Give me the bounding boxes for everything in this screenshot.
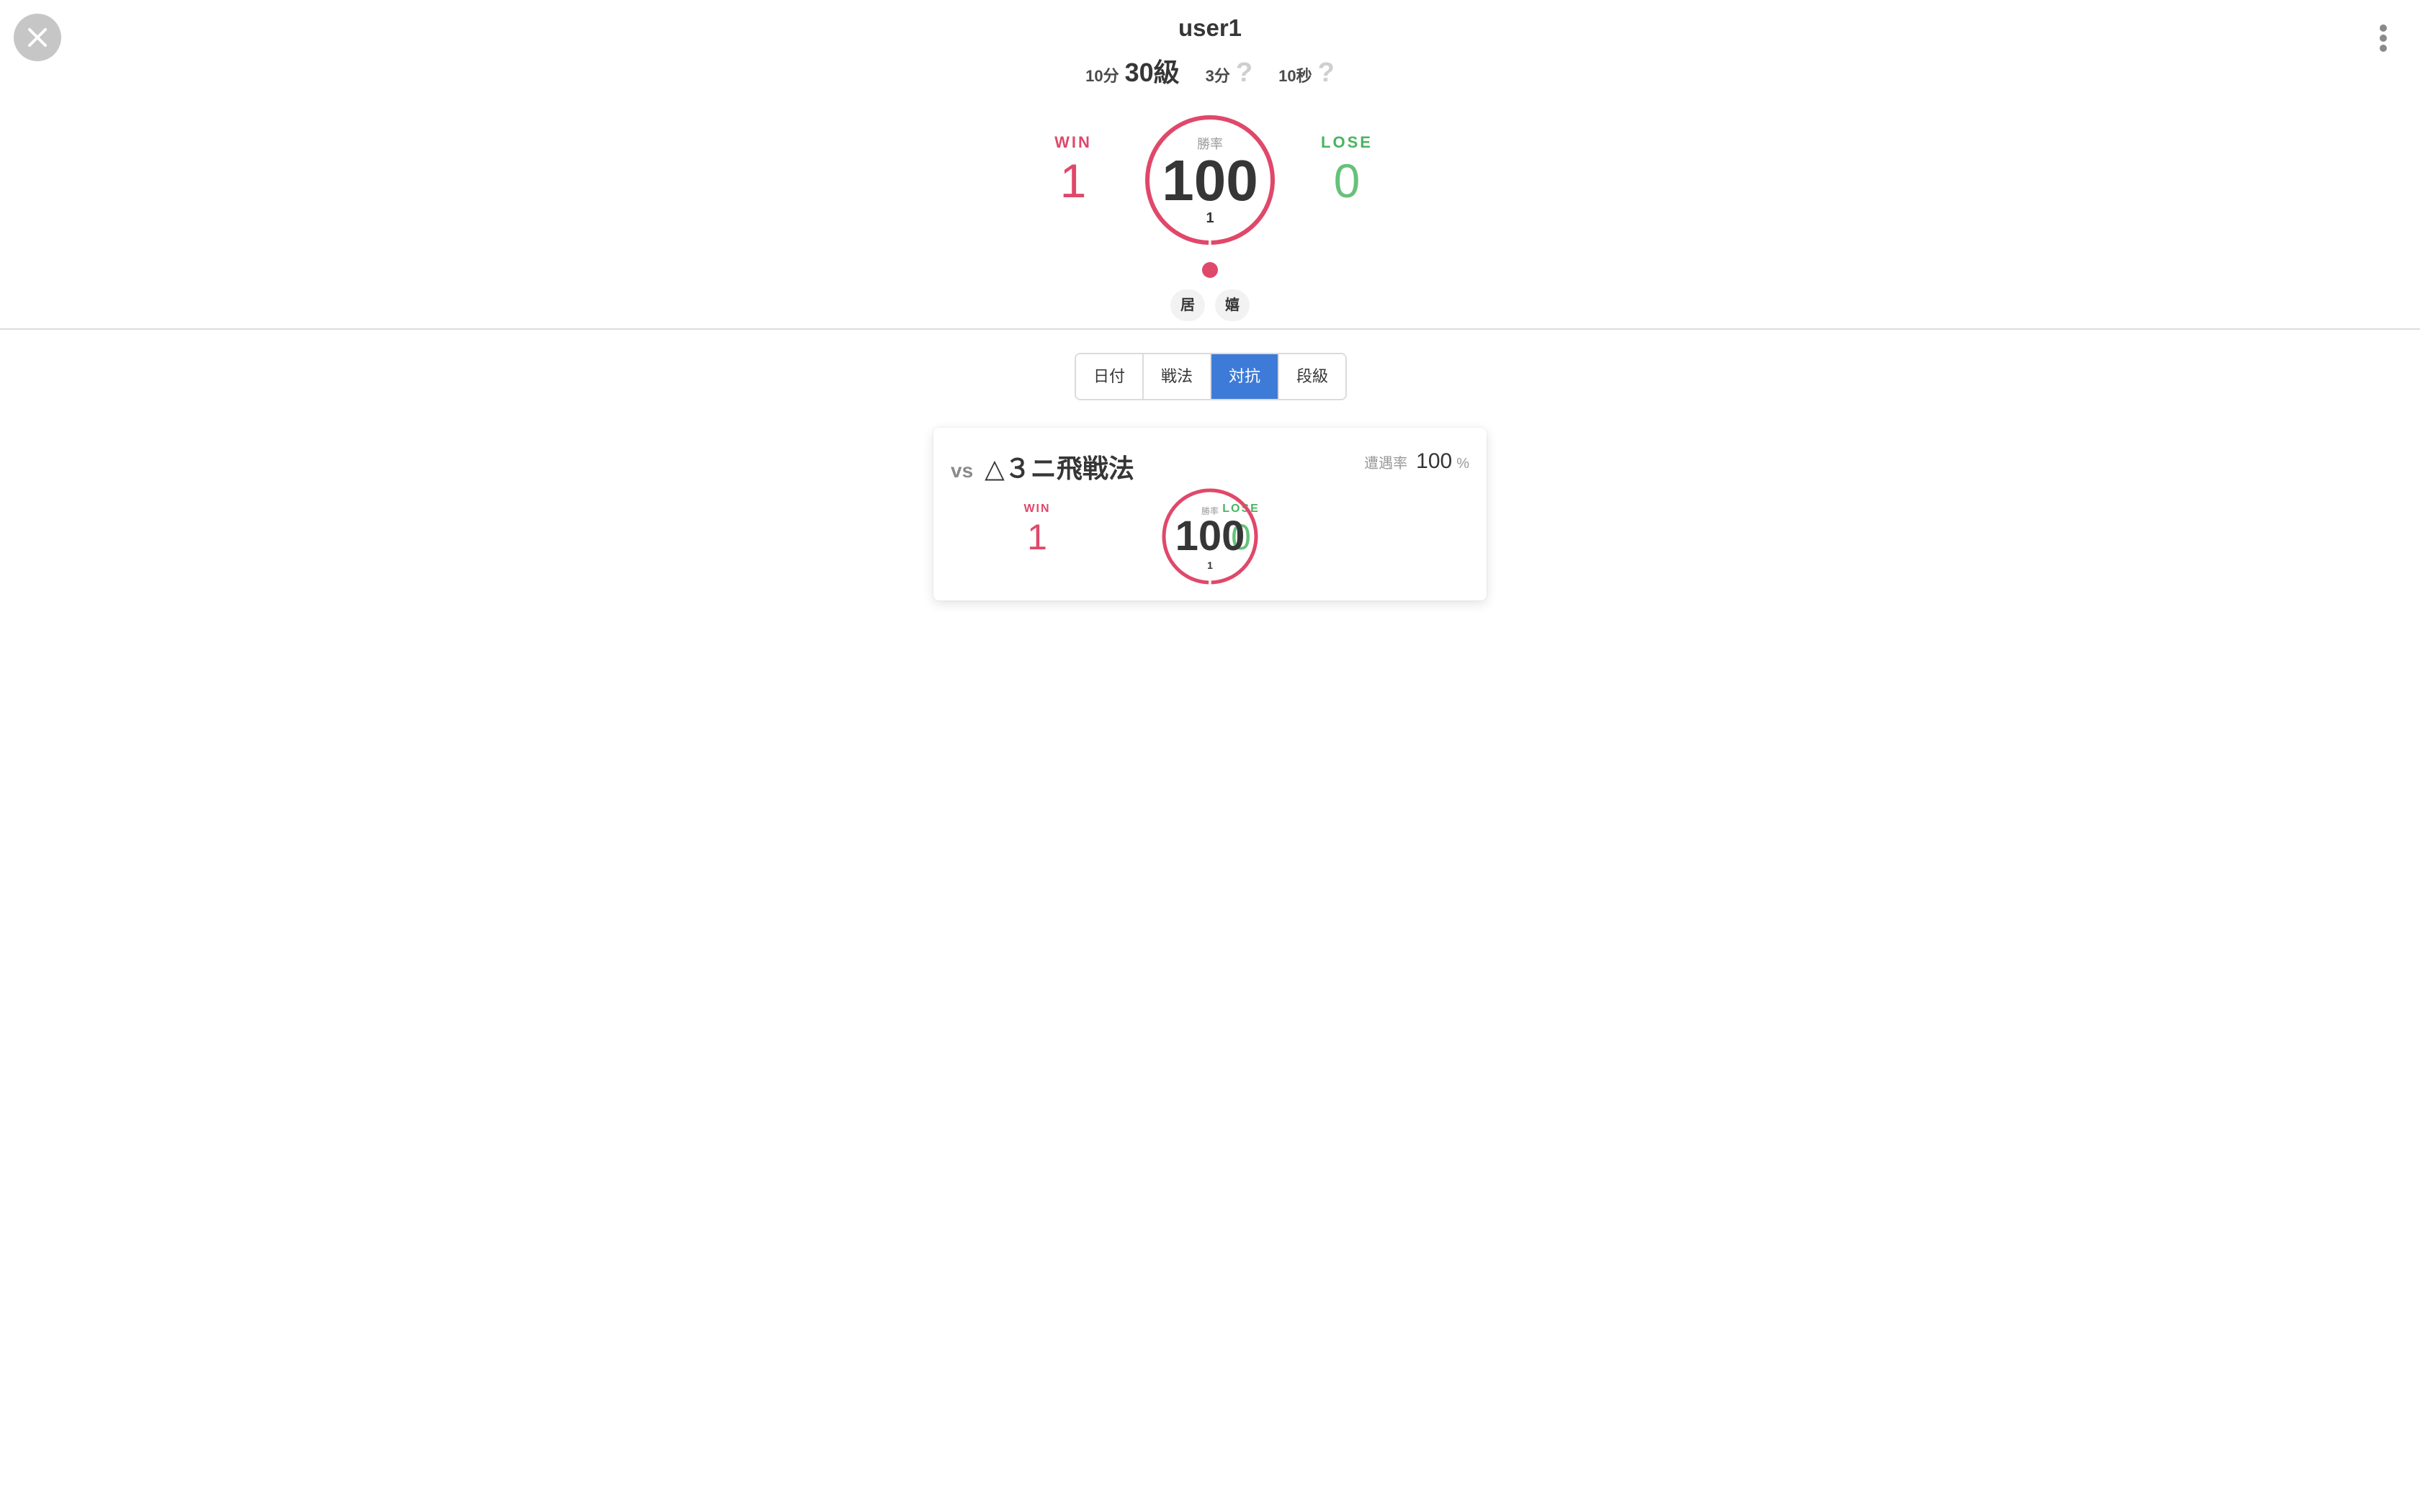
lose-count: 0 — [1333, 154, 1361, 207]
rank-grade: 30級 — [1124, 58, 1180, 87]
divider — [0, 328, 2420, 330]
card-win: WIN 1 — [1008, 503, 1066, 559]
encounter-value: 100 — [1416, 449, 1453, 473]
rank-3min: 3分 ? — [1206, 58, 1252, 89]
style-tags: 居 嬉 — [0, 289, 2420, 321]
win-rate-value: 100 — [1162, 148, 1258, 212]
vs-label: vs — [951, 459, 974, 482]
user-name: user1 — [1178, 14, 1242, 41]
tab-date[interactable]: 日付 — [1076, 354, 1144, 399]
rank-10min: 10分 30級 — [1085, 52, 1180, 89]
encounter-unit: % — [1456, 456, 1469, 472]
summary-lose: LOSE 0 — [1296, 133, 1397, 210]
rank-rule: 10秒 — [1278, 67, 1312, 85]
rank-unknown: ? — [1235, 58, 1253, 88]
tab-rank[interactable]: 段級 — [1279, 354, 1345, 399]
summary-win: WIN 1 — [1023, 133, 1124, 210]
card-win-rate-ring: 勝率 100 1 — [1161, 487, 1259, 585]
rank-rule: 3分 — [1205, 67, 1230, 85]
style-tag[interactable]: 嬉 — [1215, 289, 1250, 321]
card-header: vs △３ニ飛戦法 — [951, 448, 1134, 485]
encounter-rate: 遭遇率 100 % — [1364, 449, 1469, 474]
win-count: 1 — [1059, 154, 1087, 207]
win-rate-total: 1 — [1206, 210, 1214, 226]
rank-unknown: ? — [1317, 58, 1335, 88]
win-count: 1 — [1027, 517, 1047, 557]
win-label: WIN — [1023, 503, 1051, 515]
style-tag[interactable]: 居 — [1170, 289, 1205, 321]
win-rate-ring: 勝率 100 1 — [1144, 114, 1276, 246]
tab-tactic[interactable]: 戦法 — [1144, 354, 1211, 399]
tab-bar: 日付 戦法 対抗 段級 — [1075, 353, 1347, 400]
rank-rule: 10分 — [1085, 67, 1119, 85]
lose-label: LOSE — [1321, 133, 1373, 151]
opponent-tactic-name[interactable]: △３ニ飛戦法 — [985, 448, 1134, 485]
rank-list: 10分 30級 3分 ? 10秒 ? — [0, 52, 2420, 89]
win-rate-total: 1 — [1207, 559, 1213, 571]
win-rate-value: 100 — [1175, 513, 1245, 559]
encounter-label: 遭遇率 — [1364, 456, 1408, 472]
win-label: WIN — [1054, 133, 1092, 151]
recent-result-dot — [1202, 262, 1218, 278]
rank-10sec: 10秒 ? — [1278, 58, 1335, 89]
tab-opponent[interactable]: 対抗 — [1211, 354, 1279, 399]
